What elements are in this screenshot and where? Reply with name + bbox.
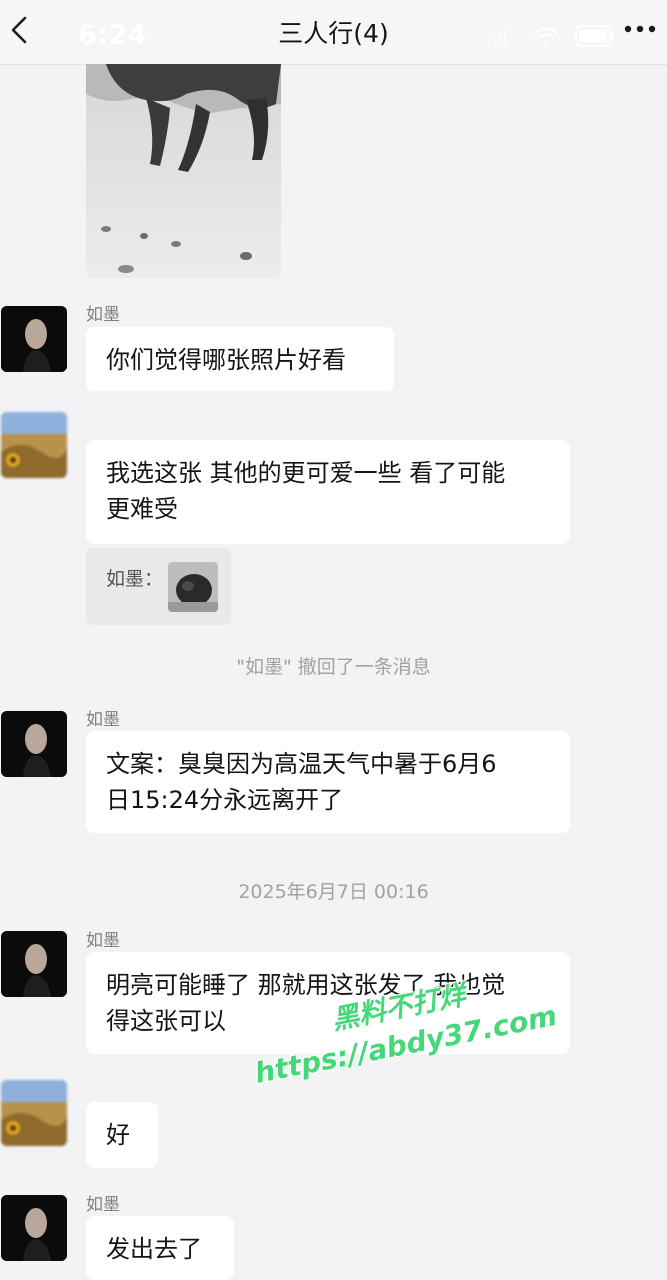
- signal-icon: [488, 28, 506, 46]
- message-line: 我选这张 其他的更可爱一些 看了可能: [106, 459, 506, 487]
- status-bar-icons: [486, 24, 616, 48]
- quote-sender: 如墨：: [106, 568, 164, 590]
- wifi-icon: [533, 27, 559, 46]
- avatar[interactable]: [1, 931, 67, 997]
- sender-name: 如墨: [86, 305, 120, 325]
- avatar[interactable]: [1, 711, 67, 777]
- chat-header: 6:24 三人行(4): [0, 0, 667, 65]
- sender-name: 如墨: [86, 710, 120, 730]
- timestamp: 2025年6月7日 00:16: [238, 881, 429, 903]
- system-message: "如墨" 撤回了一条消息: [236, 656, 431, 678]
- message-bubble[interactable]: 我选这张 其他的更可爱一些 看了可能 更难受: [86, 440, 570, 544]
- quoted-message[interactable]: 如墨：: [86, 548, 231, 625]
- sender-name: 如墨: [86, 931, 120, 951]
- message-line: 更难受: [106, 495, 178, 523]
- message-line: 日15:24分永远离开了: [106, 786, 344, 814]
- quote-thumbnail[interactable]: [168, 562, 218, 612]
- shared-photo[interactable]: [86, 64, 281, 278]
- avatar[interactable]: [1, 1195, 67, 1261]
- message-bubble[interactable]: 发出去了: [86, 1216, 234, 1280]
- message-bubble[interactable]: 你们觉得哪张照片好看: [86, 327, 394, 391]
- avatar[interactable]: [1, 306, 67, 372]
- sender-name: 如墨: [86, 1195, 120, 1215]
- message-line: 文案：臭臭因为高温天气中暑于6月6: [106, 750, 497, 778]
- avatar[interactable]: [1, 1080, 67, 1146]
- battery-icon: [575, 25, 614, 47]
- more-icon[interactable]: [622, 16, 658, 42]
- message-bubble[interactable]: 好: [86, 1102, 158, 1168]
- avatar[interactable]: [1, 412, 67, 478]
- message-bubble[interactable]: 文案：臭臭因为高温天气中暑于6月6 日15:24分永远离开了: [86, 731, 570, 833]
